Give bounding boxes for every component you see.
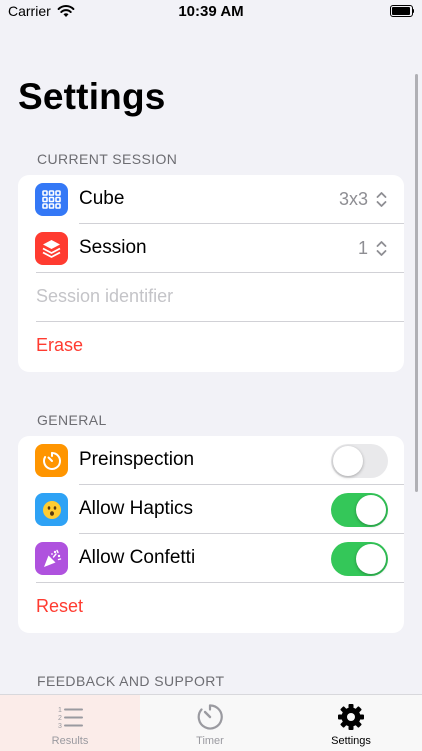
battery-icon	[390, 5, 414, 17]
page-title: Settings	[18, 76, 166, 117]
general-card: Preinspection Allow Haptics Allow Confet…	[18, 436, 404, 633]
feedback-header: FEEDBACK AND SUPPORT	[37, 673, 225, 689]
current-session-header: CURRENT SESSION	[37, 151, 178, 167]
status-bar: Carrier 10:39 AM	[0, 0, 422, 26]
layers-icon	[35, 232, 68, 265]
preinspection-toggle[interactable]	[331, 444, 388, 478]
tab-results-label: Results	[51, 735, 89, 747]
allow-haptics-toggle[interactable]	[331, 493, 388, 527]
svg-text:1: 1	[58, 707, 62, 714]
cube-value: 3x3	[338, 189, 368, 209]
gear-icon	[338, 704, 364, 730]
haptics-row: Allow Haptics	[18, 485, 404, 534]
erase-button[interactable]: Erase	[36, 335, 83, 356]
allow-haptics-label: Allow Haptics	[79, 498, 194, 519]
preinspection-label: Preinspection	[79, 449, 195, 470]
confetti-row: Allow Confetti	[18, 534, 404, 583]
party-popper-icon	[35, 542, 68, 575]
svg-text:2: 2	[58, 715, 62, 722]
current-session-card: Cube 3x3 Session 1 Session identifier Er…	[18, 175, 404, 372]
reset-button[interactable]: Reset	[36, 596, 83, 617]
timer-icon	[35, 444, 68, 477]
tab-bar: 1 2 3 Results Timer Settings	[0, 694, 422, 751]
session-identifier-row[interactable]: Session identifier	[18, 273, 404, 322]
general-header: GENERAL	[37, 412, 107, 428]
svg-text:3: 3	[58, 723, 62, 730]
face-emoji-icon	[35, 493, 68, 526]
tab-timer[interactable]: Timer	[140, 695, 280, 751]
chevron-up-down-icon	[376, 241, 387, 256]
allow-confetti-toggle[interactable]	[331, 542, 388, 576]
cube-label: Cube	[79, 188, 125, 209]
preinspection-row: Preinspection	[18, 436, 404, 485]
tab-settings-label: Settings	[331, 735, 371, 747]
allow-confetti-label: Allow Confetti	[79, 547, 196, 568]
tab-settings[interactable]: Settings	[281, 695, 421, 751]
erase-row[interactable]: Erase	[18, 322, 404, 371]
numbered-list-icon: 1 2 3	[58, 707, 83, 730]
session-value: 1	[357, 238, 368, 258]
scroll-indicator[interactable]	[415, 74, 418, 492]
status-time: 10:39 AM	[178, 3, 244, 20]
cube-grid-icon	[35, 183, 68, 216]
session-label: Session	[79, 237, 147, 258]
session-identifier-field[interactable]: Session identifier	[36, 286, 173, 307]
tab-results[interactable]: 1 2 3 Results	[0, 695, 140, 751]
tab-timer-label: Timer	[196, 735, 224, 747]
session-row[interactable]: Session 1	[18, 224, 404, 273]
reset-row[interactable]: Reset	[18, 583, 404, 632]
timer-icon	[197, 704, 223, 730]
cube-row[interactable]: Cube 3x3	[18, 175, 404, 224]
chevron-up-down-icon	[376, 192, 387, 207]
